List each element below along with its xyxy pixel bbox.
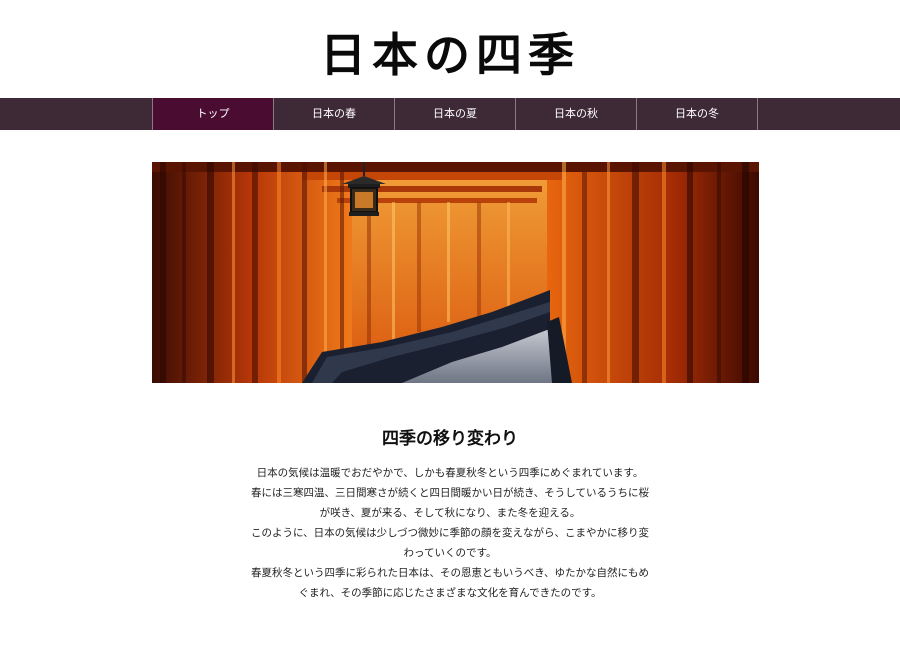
- hero-image: [152, 162, 759, 383]
- main-nav: トップ 日本の春 日本の夏 日本の秋 日本の冬: [0, 98, 900, 130]
- section-heading: 四季の移り変わり: [382, 429, 518, 449]
- nav-item-summer[interactable]: 日本の夏: [395, 98, 516, 130]
- nav-item-autumn[interactable]: 日本の秋: [516, 98, 637, 130]
- nav-list: トップ 日本の春 日本の夏 日本の秋 日本の冬: [152, 98, 758, 130]
- section-body: 日本の気候は温暖でおだやかで、しかも春夏秋冬という四季にめぐまれています。 春に…: [250, 463, 650, 603]
- nav-item-top[interactable]: トップ: [153, 98, 274, 130]
- nav-item-winter[interactable]: 日本の冬: [637, 98, 758, 130]
- paragraph: このように、日本の気候は少しづつ微妙に季節の顔を変えながら、こまやかに移り変わっ…: [250, 527, 650, 559]
- seasons-section: 四季の移り変わり 日本の気候は温暖でおだやかで、しかも春夏秋冬という四季にめぐま…: [250, 424, 650, 603]
- nav-item-spring[interactable]: 日本の春: [274, 98, 395, 130]
- paragraph: 春夏秋冬という四季に彩られた日本は、その恩恵ともいうべき、ゆたかな自然にもめぐま…: [250, 567, 650, 599]
- paragraph: 日本の気候は温暖でおだやかで、しかも春夏秋冬という四季にめぐまれています。: [256, 467, 644, 479]
- site-header: 日本の四季: [0, 0, 900, 98]
- paragraph: 春には三寒四温、三日間寒さが続くと四日間暖かい日が続き、そうしているうちに桜が咲…: [251, 487, 649, 519]
- site-title: 日本の四季: [320, 28, 580, 82]
